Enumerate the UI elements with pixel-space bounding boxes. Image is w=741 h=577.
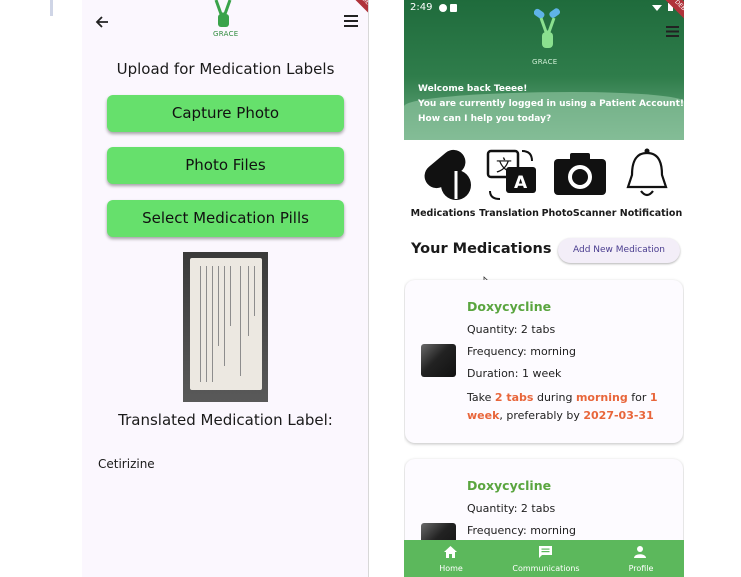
- medication-quantity: Quantity: 2 tabs: [467, 323, 556, 336]
- nav-home-label: Home: [439, 564, 463, 573]
- menu-icon[interactable]: [666, 26, 679, 37]
- label-upload-screen: GRACE DEBUG Upload for Medication Labels…: [82, 0, 369, 577]
- medication-frequency: Frequency: morning: [467, 524, 576, 537]
- medication-frequency: Frequency: morning: [467, 345, 576, 358]
- status-icons: [439, 4, 457, 12]
- section-title: Your Medications: [411, 241, 552, 257]
- translated-label-text: Cetirizine: [98, 457, 155, 471]
- divider: [368, 0, 369, 577]
- translated-label-heading: Translated Medication Label:: [118, 411, 333, 429]
- nav-communications[interactable]: Communications: [501, 540, 591, 577]
- logo-text: GRACE: [213, 30, 239, 38]
- grace-logo: [534, 8, 560, 48]
- home-icon: [444, 546, 457, 558]
- nav-profile-label: Profile: [628, 564, 654, 573]
- medication-card[interactable]: Doxycycline Quantity: 2 tabs Frequency: …: [405, 280, 683, 443]
- welcome-line: Welcome back Teeee!: [418, 84, 528, 94]
- medication-instructions: Take 2 tabs during morning for 1 week, pr…: [467, 391, 658, 422]
- status-time: 2:49: [410, 2, 433, 13]
- menu-icon[interactable]: [344, 15, 358, 27]
- medication-name: Doxycycline: [467, 299, 552, 314]
- person-icon: [634, 546, 646, 558]
- medication-quantity: Quantity: 2 tabs: [467, 502, 556, 515]
- bottom-navigation: Home Communications Profile: [404, 540, 684, 577]
- page-title: Upload for Medication Labels: [116, 60, 335, 78]
- medication-thumbnail: [421, 344, 456, 377]
- grace-logo: [214, 0, 232, 27]
- bell-icon[interactable]: [622, 147, 672, 201]
- medication-duration: Duration: 1 week: [467, 367, 562, 380]
- patient-home-screen: 2:49 DEBUG GRACE Welcome back Teeee! You…: [404, 0, 684, 577]
- capture-photo-button[interactable]: Capture Photo: [107, 95, 344, 132]
- help-line: How can I help you today?: [418, 114, 552, 124]
- notification-label: Notification: [619, 208, 683, 219]
- window-edge: [50, 0, 53, 16]
- account-line: You are currently logged in using a Pati…: [418, 99, 684, 109]
- nav-profile[interactable]: Profile: [596, 540, 684, 577]
- svg-text:A: A: [514, 173, 528, 193]
- logo-text: GRACE: [532, 58, 558, 66]
- camera-icon[interactable]: [552, 147, 608, 201]
- translation-label: Translation: [479, 208, 539, 219]
- message-icon: [539, 546, 552, 558]
- nav-communications-label: Communications: [512, 564, 580, 573]
- add-medication-button[interactable]: Add New Medication: [558, 238, 680, 263]
- medication-name: Doxycycline: [467, 478, 552, 493]
- nav-home[interactable]: Home: [406, 540, 496, 577]
- photo-files-button[interactable]: Photo Files: [107, 147, 344, 184]
- back-arrow-icon[interactable]: [94, 14, 110, 30]
- photoscanner-label: PhotoScanner: [541, 208, 617, 219]
- translate-icon[interactable]: 文 A: [486, 147, 540, 201]
- pills-icon[interactable]: [418, 147, 474, 201]
- select-medication-pills-button[interactable]: Select Medication Pills: [107, 200, 344, 237]
- medication-label-image: [183, 252, 268, 402]
